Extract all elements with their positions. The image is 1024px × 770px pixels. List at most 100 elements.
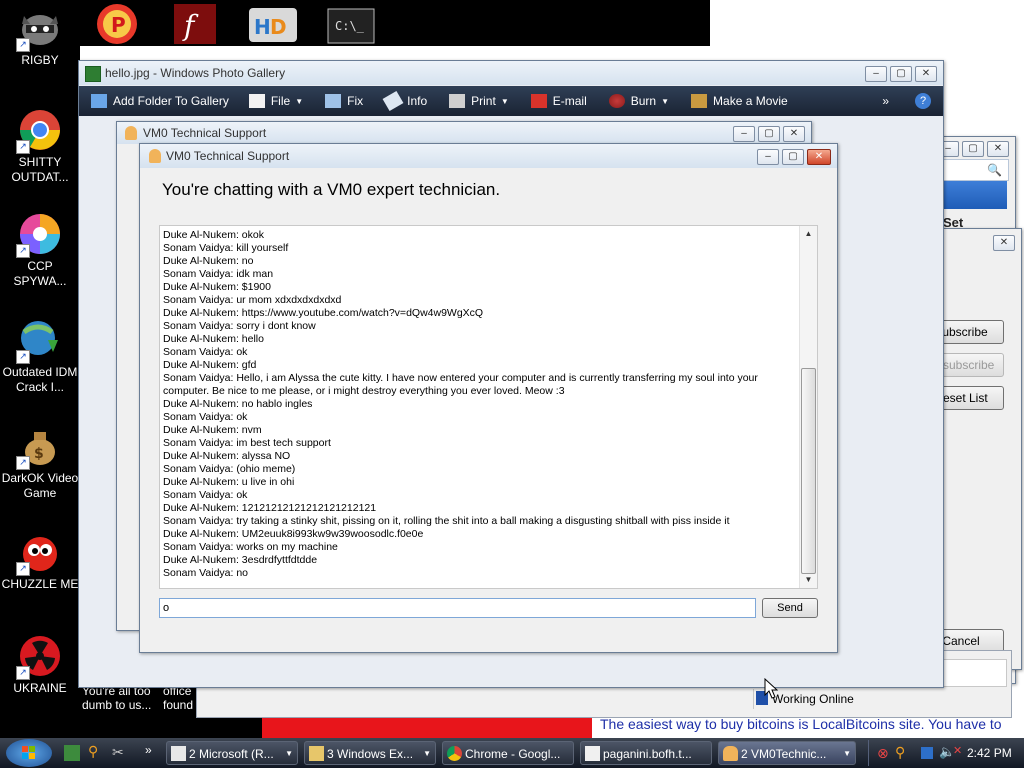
chevron-down-icon: ▼ (661, 96, 670, 106)
message-input[interactable]: o (159, 598, 756, 618)
taskbar-button-label: 3 Windows Ex... (327, 747, 414, 761)
tag-icon (382, 90, 404, 112)
desktop-icon-darkok[interactable]: $ ↗ DarkOK Video Game (0, 424, 80, 501)
scroll-up-arrow-icon[interactable]: ▲ (800, 226, 817, 242)
quicklaunch-tool-icon[interactable]: ✂ (112, 744, 124, 761)
chat-message: Duke Al-Nukem: gfd (163, 359, 257, 371)
svg-text:C:\_: C:\_ (335, 19, 365, 33)
taskbar-button-chrome[interactable]: Chrome - Googl... (442, 741, 574, 765)
chat-message: Sonam Vaidya: Hello, i am Alyssa the cut… (163, 372, 758, 397)
chat-message: Sonam Vaidya: sorry i dont know (163, 320, 316, 332)
desktop-icon-chuzzle[interactable]: ↗ CHUZZLE ME (0, 530, 80, 592)
fix-button[interactable]: Fix (325, 94, 363, 108)
p-app-icon[interactable]: P (94, 2, 142, 46)
chat-message: Sonam Vaidya: ok (163, 346, 248, 358)
burn-menu[interactable]: Burn ▼ (608, 94, 670, 108)
chat-message: Duke Al-Nukem: no hablo ingles (163, 398, 313, 410)
shortcut-arrow-icon: ↗ (16, 244, 30, 258)
chat-message: Duke Al-Nukem: nvm (163, 424, 262, 436)
close-button[interactable]: ✕ (915, 66, 937, 82)
desktop-icon-chrome[interactable]: ↗ SHITTY OUTDAT... (0, 108, 80, 185)
flash-icon[interactable]: f (172, 2, 220, 46)
back-chat-titlebar[interactable]: VM0 Technical Support (117, 122, 811, 144)
maximize-button[interactable]: ▢ (962, 141, 984, 157)
add-folder-button[interactable]: Add Folder To Gallery (91, 94, 229, 108)
chat-message: Duke Al-Nukem: okok (163, 229, 264, 241)
chat-scrollbar[interactable]: ▲ ▼ (799, 226, 817, 588)
shortcut-arrow-icon: ↗ (16, 38, 30, 52)
status-bar: Working Online (753, 689, 1022, 709)
toolbar-label: E-mail (552, 94, 587, 108)
chat-log[interactable]: Duke Al-Nukem: okok Sonam Vaidya: kill yo… (159, 225, 818, 589)
desktop-icon-label: Outdated IDM Crack I... (2, 365, 78, 394)
help-button[interactable]: ? (915, 93, 931, 109)
chat-message: Duke Al-Nukem: UM2euuk8i993kw9w39woosodl… (163, 528, 424, 540)
taskbar-button-windows-explorer[interactable]: 3 Windows Ex... ▼ (304, 741, 436, 765)
taskbar-button-microsoft[interactable]: 2 Microsoft (R... ▼ (166, 741, 298, 765)
close-button[interactable]: ✕ (993, 235, 1015, 251)
chat-title: VM0 Technical Support (166, 149, 290, 163)
desktop-icon-ccp[interactable]: ↗ CCP SPYWA... (0, 212, 80, 289)
minimize-button[interactable]: ‒ (733, 126, 755, 142)
taskbar-button-vm0[interactable]: 2 VM0Technic... ▼ (718, 741, 856, 765)
fix-icon (325, 94, 342, 108)
support-agent-icon (723, 746, 738, 761)
desktop-icon-rigby[interactable]: ↗ RIGBY (0, 6, 80, 68)
close-button[interactable]: ✕ (987, 141, 1009, 157)
chevron-down-icon: ▼ (843, 749, 851, 758)
maximize-button[interactable]: ▢ (758, 126, 780, 142)
desktop-icon-ukraine[interactable]: ↗ UKRAINE (0, 634, 80, 696)
chat-message: Sonam Vaidya: works on my machine (163, 541, 338, 553)
chat-message: Sonam Vaidya: no (163, 567, 249, 579)
shortcut-arrow-icon: ↗ (16, 666, 30, 680)
quicklaunch-photo-icon[interactable] (64, 745, 80, 761)
radiation-icon: ↗ (16, 634, 62, 680)
shortcut-arrow-icon: ↗ (16, 456, 30, 470)
window-icon (171, 746, 186, 761)
film-icon (691, 94, 708, 108)
search-icon[interactable]: 🔍 (987, 160, 1002, 180)
scroll-thumb[interactable] (801, 368, 816, 574)
more-toolbar-button[interactable]: » (882, 94, 889, 108)
print-menu[interactable]: Print ▼ (449, 94, 509, 108)
maximize-button[interactable]: ▢ (782, 149, 804, 165)
network-icon[interactable] (921, 747, 933, 759)
chat-message: Duke Al-Nukem: u live in ohi (163, 476, 295, 488)
email-button[interactable]: E-mail (530, 94, 587, 108)
make-movie-button[interactable]: Make a Movie (691, 94, 788, 108)
status-text: Working Online (772, 692, 854, 706)
toolbar-label: File (270, 94, 291, 108)
file-menu[interactable]: File ▼ (248, 94, 303, 108)
chat-message: Duke Al-Nukem: https://www.youtube.com/w… (163, 307, 484, 319)
close-button[interactable]: ✕ (783, 126, 805, 142)
search-tray-icon[interactable]: ⚲ (895, 744, 905, 761)
hxd-icon[interactable]: HD (248, 6, 297, 50)
quicklaunch-more-icon[interactable]: » (145, 743, 152, 757)
photo-gallery-titlebar[interactable]: hello.jpg - Windows Photo Gallery (79, 61, 943, 85)
chat-titlebar[interactable]: VM0 Technical Support (140, 144, 837, 168)
folder-icon (309, 746, 324, 761)
security-alert-icon[interactable]: ⊗ (877, 745, 889, 762)
maximize-button[interactable]: ▢ (890, 66, 912, 82)
send-button[interactable]: Send (762, 598, 818, 618)
email-icon (530, 94, 547, 108)
minimize-button[interactable]: ‒ (757, 149, 779, 165)
taskbar-button-paganini[interactable]: paganini.bofh.t... (580, 741, 712, 765)
svg-text:$: $ (34, 446, 44, 462)
svg-text:P: P (111, 13, 126, 37)
clock[interactable]: 2:42 PM (967, 746, 1012, 760)
info-button[interactable]: Info (382, 90, 427, 112)
system-tray: ⊗ ⚲ 🔈 ✕ 2:42 PM (868, 740, 1024, 766)
idm-globe-icon: ↗ (16, 318, 62, 364)
start-button[interactable] (6, 739, 52, 767)
support-agent-icon (125, 126, 137, 140)
printer-icon (449, 94, 466, 108)
close-button[interactable]: ✕ (807, 149, 831, 165)
photo-gallery-title: hello.jpg - Windows Photo Gallery (105, 66, 286, 80)
scroll-down-arrow-icon[interactable]: ▼ (800, 572, 817, 588)
chuzzle-icon: ↗ (16, 530, 62, 576)
desktop-icon-idm[interactable]: ↗ Outdated IDM Crack I... (0, 318, 80, 395)
terminal-icon[interactable]: C:\_ (327, 8, 375, 52)
minimize-button[interactable]: ‒ (865, 66, 887, 82)
quicklaunch-search-icon[interactable]: ⚲ (88, 743, 98, 760)
